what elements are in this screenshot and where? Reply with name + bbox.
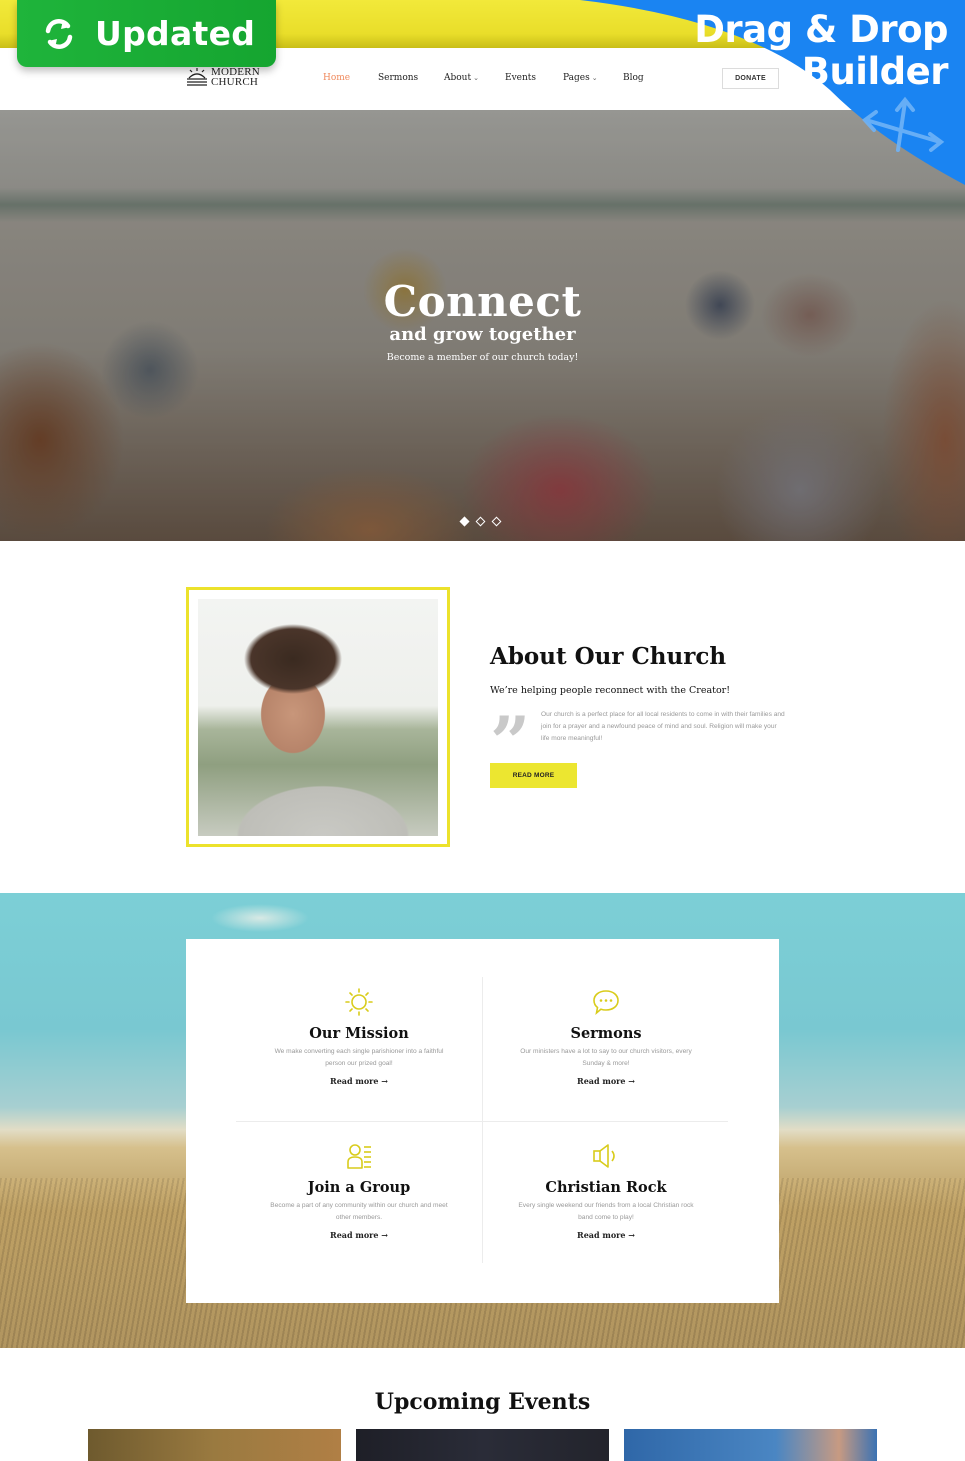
service-our-mission: Our Mission We make converting each sing… [236,987,482,1089]
event-card-image[interactable] [356,1429,609,1461]
drag-drop-line2: Builder [801,50,949,93]
sun-icon [345,988,373,1016]
service-read-more-link[interactable]: Read more → [577,1076,635,1086]
service-title: Join a Group [307,1179,411,1196]
divider [236,1121,728,1122]
nav-events-label: Events [505,73,537,83]
event-card-image[interactable] [88,1429,341,1461]
hero-title: Connect [383,277,582,326]
hero-subtitle: and grow together [389,324,576,345]
read-more-button[interactable]: READ MORE [490,763,577,788]
about-photo [198,599,438,836]
service-read-more-link[interactable]: Read more → [330,1230,388,1240]
chevron-down-icon: ⌄ [473,74,479,82]
nav-sermons-label: Sermons [378,73,419,83]
drag-drop-line1: Drag & Drop [694,8,948,51]
service-title: Christian Rock [545,1179,667,1196]
hero-description: Become a member of our church today! [386,352,579,363]
service-title: Our Mission [309,1025,409,1042]
slider-dot-3[interactable] [491,516,502,527]
service-read-more-link[interactable]: Read more → [330,1076,388,1086]
slider-pagination [459,516,502,527]
nav-home-label: Home [323,73,351,83]
service-description: Become a part of any community within ou… [270,1202,448,1221]
nav-home[interactable]: Home [323,73,378,83]
about-subtitle: We’re helping people reconnect with the … [490,685,731,696]
refresh-icon [45,18,73,49]
speech-bubble-icon [593,990,619,1016]
drag-drop-builder-text: Drag & Drop Builder [694,9,948,93]
logo[interactable]: MODERN CHURCH [186,67,260,88]
quote-icon: ” [490,701,531,784]
logo-line2: CHURCH [211,76,259,88]
service-sermons: Sermons Our ministers have a lot to say … [483,987,729,1089]
slider-dot-2[interactable] [475,516,486,527]
hero-content: Connect and grow together Become a membe… [0,277,965,364]
service-join-a-group: Join a Group Become a part of any commun… [236,1141,482,1243]
nav-events[interactable]: Events [505,73,563,83]
nav-sermons[interactable]: Sermons [378,73,444,83]
event-card-image[interactable] [624,1429,877,1461]
nav-about-label: About [444,73,472,83]
about-body: Our church is a perfect place for all lo… [541,711,785,742]
updated-badge: Updated [17,0,276,67]
service-read-more-link[interactable]: Read more → [577,1230,635,1240]
service-title: Sermons [570,1025,642,1042]
church-logo-icon [187,68,207,86]
group-member-icon [347,1144,371,1169]
service-christian-rock: Christian Rock Every single weekend our … [483,1141,729,1243]
services-card: Our Mission We make converting each sing… [186,939,779,1303]
logo-text: MODERN CHURCH [211,67,260,88]
events-title: Upcoming Events [374,1389,591,1415]
service-description: Every single weekend our friends from a … [518,1202,694,1221]
service-description: We make converting each single parishion… [274,1048,444,1067]
updated-label: Updated [95,14,256,53]
service-description: Our ministers have a lot to say to our c… [520,1048,692,1067]
speaker-icon [593,1144,615,1168]
slider-dot-1[interactable] [459,516,470,527]
about-title: About Our Church [490,643,727,670]
nav-about[interactable]: About ⌄ [444,73,505,83]
